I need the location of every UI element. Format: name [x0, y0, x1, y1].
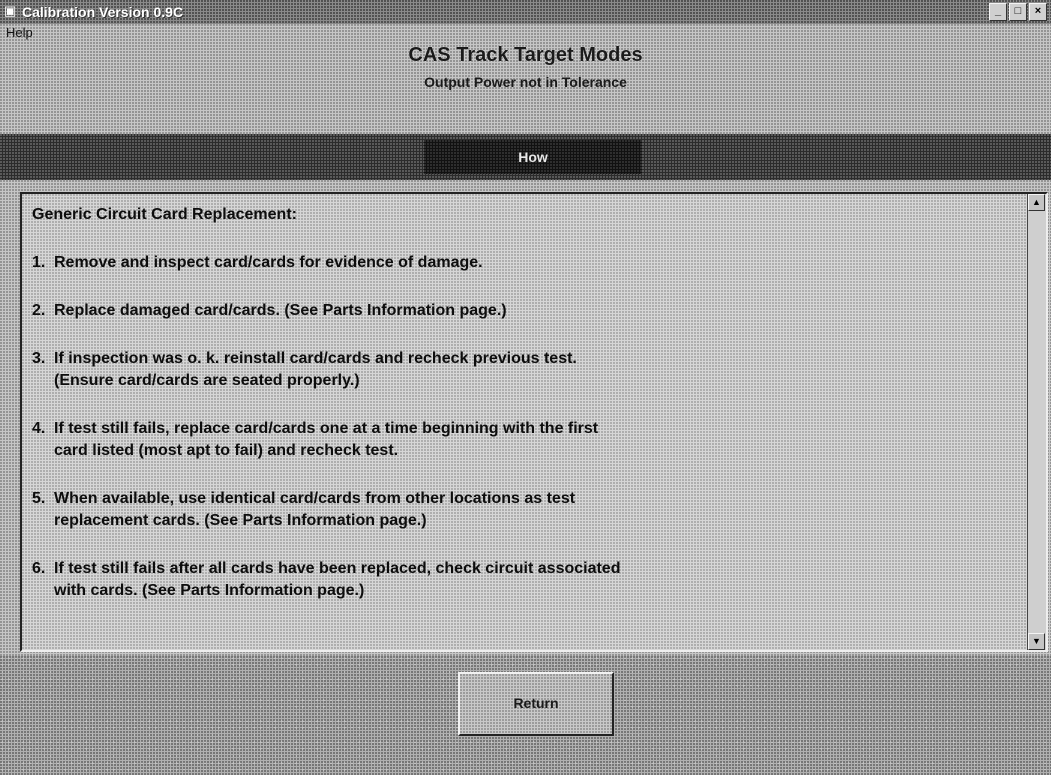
page-title: CAS Track Target Modes: [408, 44, 643, 66]
window-controls: _ □ ×: [989, 3, 1047, 21]
vertical-scrollbar[interactable]: ▲ ▼: [1027, 194, 1046, 650]
title-bar[interactable]: ▣ Calibration Version 0.9C _ □ ×: [0, 0, 1051, 24]
step-text: If inspection was o. k. reinstall card/c…: [54, 350, 577, 389]
step-text: If test still fails after all cards have…: [54, 560, 621, 599]
step-text: Remove and inspect card/cards for eviden…: [54, 254, 483, 271]
instructions-text: Generic Circuit Card Replacement: 1. Rem…: [32, 204, 1017, 628]
step-text: When available, use identical card/cards…: [54, 490, 576, 529]
instruction-step: 1. Remove and inspect card/cards for evi…: [32, 252, 1017, 274]
return-button[interactable]: Return: [458, 672, 614, 736]
step-number: 2.: [32, 302, 46, 319]
application-window: ▣ Calibration Version 0.9C _ □ × Help CA…: [0, 0, 1051, 775]
scroll-down-arrow-icon[interactable]: ▼: [1028, 633, 1045, 650]
instructions-panel[interactable]: Generic Circuit Card Replacement: 1. Rem…: [20, 192, 1048, 652]
instruction-step: 4. If test still fails, replace card/car…: [32, 418, 1017, 462]
instruction-step: 5. When available, use identical card/ca…: [32, 488, 1017, 532]
footer-area: Return: [0, 656, 1051, 775]
step-number: 3.: [32, 350, 46, 367]
close-button[interactable]: ×: [1029, 3, 1047, 21]
window-title: Calibration Version 0.9C: [22, 4, 184, 20]
instruction-step: 6. If test still fails after all cards h…: [32, 558, 1017, 602]
step-text: Replace damaged card/cards. (See Parts I…: [54, 302, 507, 319]
instruction-step: 3. If inspection was o. k. reinstall car…: [32, 348, 1017, 392]
step-number: 6.: [32, 560, 46, 577]
step-number: 4.: [32, 420, 46, 437]
menu-help[interactable]: Help: [6, 24, 33, 42]
step-number: 1.: [32, 254, 46, 271]
section-band: How: [0, 134, 1051, 180]
step-number: 5.: [32, 490, 46, 507]
minimize-button[interactable]: _: [989, 3, 1007, 21]
instruction-step: 2. Replace damaged card/cards. (See Part…: [32, 300, 1017, 322]
maximize-button[interactable]: □: [1009, 3, 1027, 21]
scroll-up-arrow-icon[interactable]: ▲: [1028, 194, 1045, 211]
page-subtitle: Output Power not in Tolerance: [424, 74, 627, 90]
how-button[interactable]: How: [424, 140, 642, 174]
step-text: If test still fails, replace card/cards …: [54, 420, 599, 459]
instructions-heading: Generic Circuit Card Replacement:: [32, 206, 297, 223]
menu-bar: Help: [0, 24, 1051, 42]
app-icon: ▣: [4, 3, 17, 18]
